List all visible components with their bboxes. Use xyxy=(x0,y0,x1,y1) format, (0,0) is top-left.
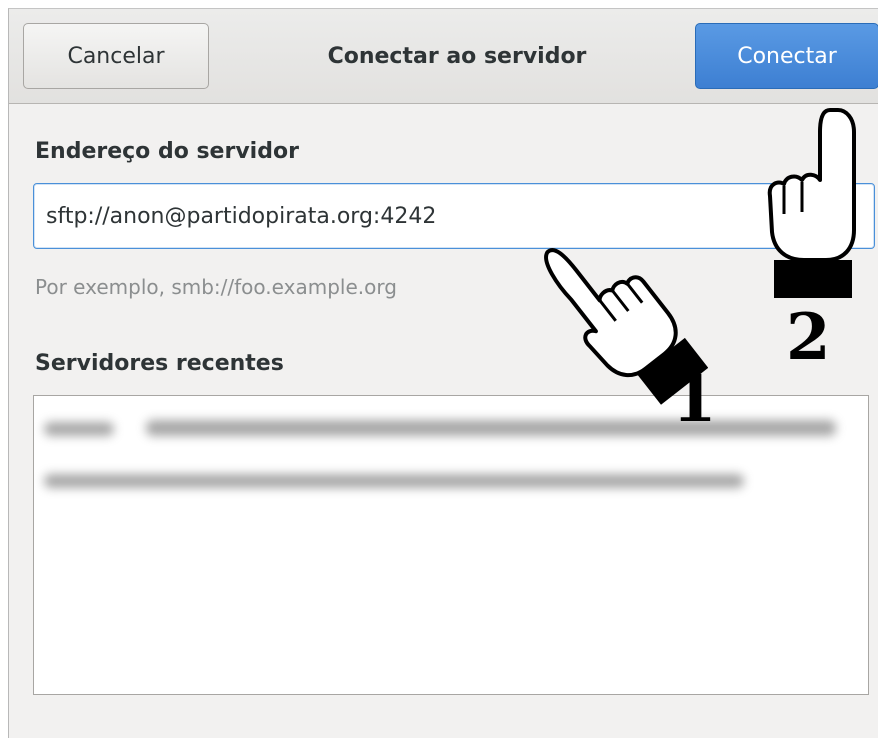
recent-servers-list[interactable] xyxy=(33,395,869,695)
annotation-number-2: 2 xyxy=(786,300,831,375)
cancel-button[interactable]: Cancelar xyxy=(23,23,209,89)
dialog-title: Conectar ao servidor xyxy=(327,43,587,69)
recent-servers-label: Servidores recentes xyxy=(35,351,284,376)
server-address-label: Endereço do servidor xyxy=(35,139,299,164)
list-item[interactable] xyxy=(146,420,836,436)
header-bar: Cancelar Conectar ao servidor Conectar xyxy=(9,9,878,104)
address-hint: Por exemplo, smb://foo.example.org xyxy=(35,275,397,299)
connect-to-server-dialog: Cancelar Conectar ao servidor Conectar E… xyxy=(8,8,878,738)
connect-button[interactable]: Conectar xyxy=(695,23,878,89)
pointing-hand-icon xyxy=(767,108,856,298)
server-address-field[interactable] xyxy=(33,183,875,249)
list-item[interactable] xyxy=(44,474,744,488)
annotation-number-1: 1 xyxy=(672,362,717,437)
list-item[interactable] xyxy=(44,422,114,436)
